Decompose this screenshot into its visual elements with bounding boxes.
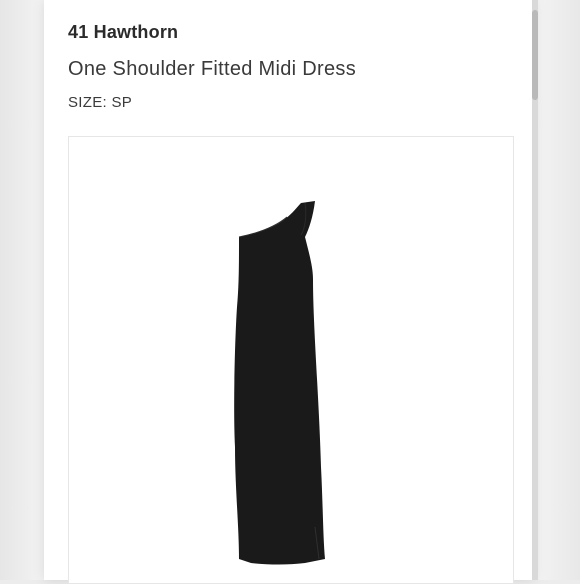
dress-icon bbox=[234, 201, 325, 565]
scrollbar[interactable] bbox=[532, 0, 538, 580]
scrollbar-thumb[interactable] bbox=[532, 10, 538, 100]
product-card: 41 Hawthorn One Shoulder Fitted Midi Dre… bbox=[44, 0, 534, 584]
product-image[interactable] bbox=[68, 136, 514, 584]
product-title: One Shoulder Fitted Midi Dress bbox=[68, 58, 357, 80]
brand-name[interactable]: 41 Hawthorn bbox=[68, 22, 178, 43]
size-label: SIZE: SP bbox=[68, 94, 133, 111]
dress-body bbox=[234, 201, 325, 565]
